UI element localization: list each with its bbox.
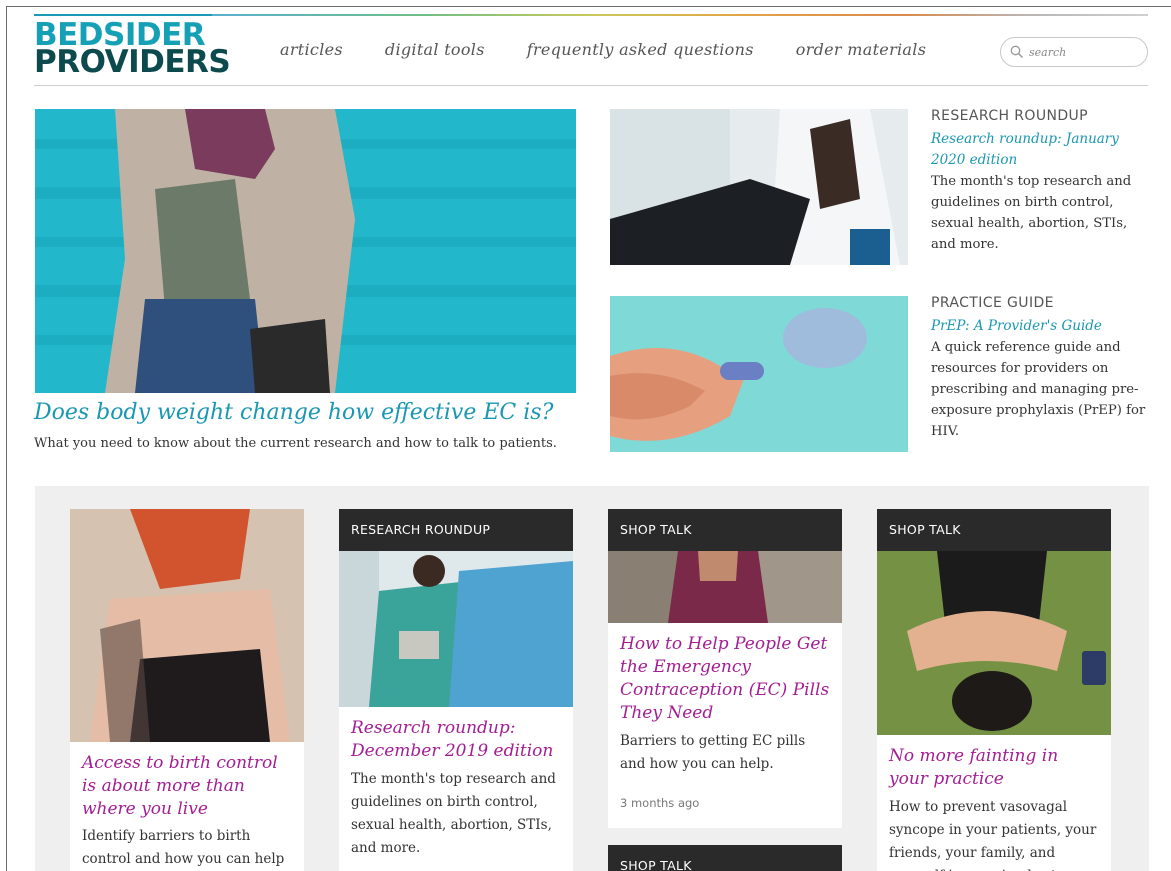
article-card-title[interactable]: How to Help People Get the Emergency Con…	[608, 633, 842, 725]
article-card-image	[339, 551, 573, 707]
article-card[interactable]: RESEARCH ROUNDUP Research roundup: Decem…	[339, 509, 573, 871]
article-card-title[interactable]: Access to birth control is about more th…	[70, 752, 304, 821]
feature-text-prep-guide: PRACTICE GUIDE PrEP: A Provider's Guide …	[931, 295, 1146, 442]
article-card[interactable]: Access to birth control is about more th…	[70, 509, 304, 871]
hero-description: What you need to know about the current …	[34, 436, 557, 451]
article-card-timestamp: 3 months ago	[620, 796, 700, 810]
article-card[interactable]: SHOP TALK How to Help People Get the Eme…	[608, 509, 842, 828]
search-icon	[1010, 45, 1024, 59]
bedsider-providers-logo[interactable]: BEDSIDER PROVIDERS	[34, 20, 234, 80]
search-input[interactable]	[1029, 43, 1139, 61]
header-divider	[34, 85, 1148, 86]
feature-kicker: RESEARCH ROUNDUP	[931, 108, 1089, 124]
hero-title[interactable]: Does body weight change how effective EC…	[34, 400, 594, 425]
logo-line-2: PROVIDERS	[34, 44, 231, 80]
article-card-description: The month's top research and guidelines …	[351, 771, 556, 856]
article-card[interactable]: SHOP TALK	[608, 845, 842, 871]
feature-title[interactable]: PrEP: A Provider's Guide	[931, 316, 1146, 337]
article-card-description: Barriers to getting EC pills and how you…	[620, 733, 806, 772]
feature-description: The month's top research and guidelines …	[931, 174, 1132, 252]
article-card-category: SHOP TALK	[608, 845, 842, 871]
article-card[interactable]: SHOP TALK No more fainting in your pract…	[877, 509, 1111, 871]
nav-order-materials[interactable]: order materials	[796, 40, 926, 59]
feature-image-prep-guide[interactable]	[610, 296, 908, 452]
nav-faq[interactable]: frequently asked questions	[527, 40, 754, 59]
nav-digital-tools[interactable]: digital tools	[385, 40, 485, 59]
feature-text-research-roundup: RESEARCH ROUNDUP Research roundup: Janua…	[931, 108, 1146, 255]
article-card-category: RESEARCH ROUNDUP	[339, 509, 573, 551]
article-card-description: How to prevent vasovagal syncope in your…	[889, 799, 1097, 871]
main-nav: articles digital tools frequently asked …	[280, 40, 968, 59]
feature-description: A quick reference guide and resources fo…	[931, 340, 1146, 439]
header-color-strip	[34, 14, 1148, 16]
feature-image-research-roundup[interactable]	[610, 109, 908, 265]
article-card-title[interactable]: Research roundup: December 2019 edition	[339, 717, 573, 763]
feature-kicker: PRACTICE GUIDE	[931, 295, 1054, 311]
article-card-image	[877, 551, 1111, 735]
article-card-image	[70, 509, 304, 742]
nav-articles[interactable]: articles	[280, 40, 343, 59]
article-card-title[interactable]: No more fainting in your practice	[877, 745, 1111, 791]
article-card-image	[608, 551, 842, 623]
article-card-category: SHOP TALK	[877, 509, 1111, 551]
article-card-description: Identify barriers to birth control and h…	[82, 828, 285, 867]
search-box[interactable]	[1000, 37, 1148, 67]
site-header: BEDSIDER PROVIDERS articles digital tool…	[34, 14, 1148, 86]
feature-title[interactable]: Research roundup: January 2020 edition	[931, 129, 1146, 171]
article-card-category: SHOP TALK	[608, 509, 842, 551]
hero-image[interactable]	[35, 109, 576, 393]
